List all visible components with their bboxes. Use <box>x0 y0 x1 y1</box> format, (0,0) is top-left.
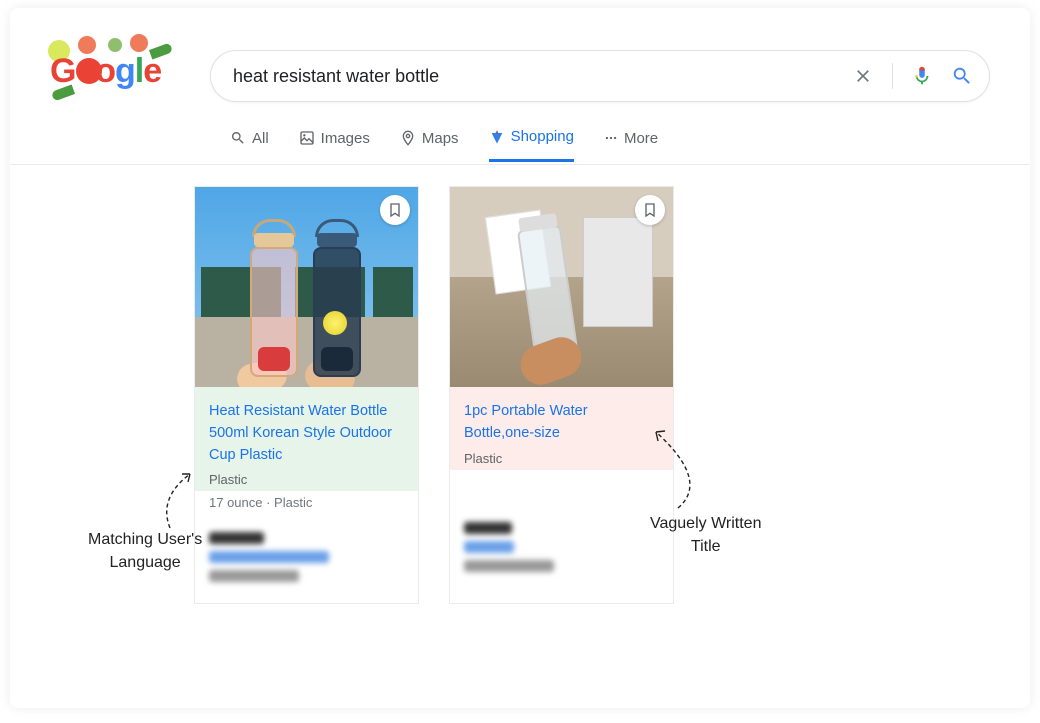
product-meta: 17 ounce · Plastic <box>195 491 418 518</box>
logo-text: Google <box>50 52 161 91</box>
tab-label: More <box>624 130 658 147</box>
page-frame: Google A <box>10 8 1030 708</box>
product-card[interactable]: 1pc Portable Water Bottle,one-size Plast… <box>449 186 674 604</box>
bookmark-icon[interactable] <box>380 195 410 225</box>
google-doodle-logo[interactable]: Google <box>50 44 170 94</box>
arrow-left <box>150 468 210 538</box>
blurred-price-block <box>450 508 673 593</box>
search-input[interactable] <box>233 66 852 87</box>
tab-label: Images <box>321 130 370 147</box>
tab-label: All <box>252 130 269 147</box>
search-icon[interactable] <box>951 65 973 87</box>
tab-all[interactable]: All <box>230 130 269 161</box>
product-material: Plastic <box>464 451 659 466</box>
product-material: Plastic <box>209 472 404 487</box>
tab-label: Shopping <box>511 128 574 145</box>
annotation-right: Vaguely WrittenTitle <box>650 512 761 558</box>
tab-shopping[interactable]: Shopping <box>489 128 574 162</box>
product-title: Heat Resistant Water Bottle 500ml Korean… <box>209 401 404 466</box>
blurred-price-block <box>195 518 418 603</box>
product-title-highlight-bad: 1pc Portable Water Bottle,one-size Plast… <box>450 387 673 470</box>
tab-images[interactable]: Images <box>299 130 370 161</box>
tab-maps[interactable]: Maps <box>400 130 459 161</box>
divider <box>892 63 893 89</box>
tab-label: Maps <box>422 130 459 147</box>
product-image <box>195 187 418 387</box>
product-title-highlight-good: Heat Resistant Water Bottle 500ml Korean… <box>195 387 418 491</box>
product-image <box>450 187 673 387</box>
search-bar <box>210 50 990 102</box>
tabs-divider <box>10 164 1030 165</box>
product-title: 1pc Portable Water Bottle,one-size <box>464 401 659 445</box>
product-cards: Heat Resistant Water Bottle 500ml Korean… <box>194 186 674 604</box>
clear-icon[interactable] <box>852 65 874 87</box>
tab-more[interactable]: More <box>604 130 658 161</box>
search-tabs: All Images Maps Shopping More <box>230 128 658 162</box>
bookmark-icon[interactable] <box>635 195 665 225</box>
product-card[interactable]: Heat Resistant Water Bottle 500ml Korean… <box>194 186 419 604</box>
arrow-right <box>648 426 728 516</box>
voice-search-icon[interactable] <box>911 65 933 87</box>
